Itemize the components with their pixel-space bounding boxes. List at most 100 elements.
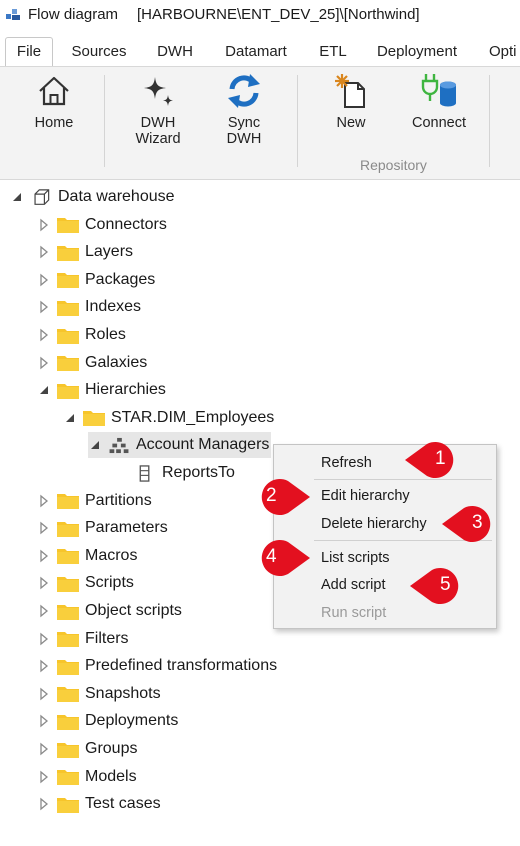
tree-node-label: Hierarchies	[85, 381, 166, 399]
expand-arrow-icon[interactable]	[37, 218, 51, 232]
folder-icon	[83, 411, 105, 427]
folder-icon	[57, 576, 79, 592]
callout-number: 1	[435, 448, 446, 469]
expand-arrow-icon[interactable]	[37, 245, 51, 259]
menu-item-add-script[interactable]: Add script	[321, 577, 385, 593]
tree-node-folder[interactable]: Packages	[37, 267, 155, 293]
expand-arrow-icon[interactable]	[37, 494, 51, 508]
menu-item-refresh[interactable]: Refresh	[321, 455, 372, 471]
sync-dwh-button[interactable]: Sync DWH	[210, 71, 278, 147]
callout-number: 2	[266, 485, 277, 506]
new-button[interactable]: New	[320, 71, 382, 131]
tree-node-label: Filters	[85, 629, 129, 647]
tree-node-data-warehouse[interactable]: Data warehouse	[10, 184, 175, 210]
connect-button[interactable]: Connect	[402, 71, 476, 131]
menu-item-delete-hierarchy[interactable]: Delete hierarchy	[321, 516, 427, 532]
callout-1: 1	[405, 440, 463, 485]
callout-pointer-left-icon	[442, 506, 491, 542]
tree-node-folder[interactable]: Connectors	[37, 212, 167, 238]
expand-arrow-icon[interactable]	[37, 521, 51, 535]
ribbon-divider	[104, 75, 105, 167]
expand-arrow-icon[interactable]	[37, 273, 51, 287]
expand-arrow-icon[interactable]	[37, 576, 51, 590]
tab-options[interactable]: Opti	[478, 38, 520, 66]
expand-arrow-icon[interactable]	[37, 714, 51, 728]
tree-node-folder[interactable]: Groups	[37, 736, 137, 762]
tab-sources[interactable]: Sources	[62, 38, 136, 66]
callout-number: 3	[472, 512, 483, 533]
tree-node-folder[interactable]: Galaxies	[37, 350, 147, 376]
tab-datamart[interactable]: Datamart	[214, 38, 298, 66]
tree-node-hierarchy-selected[interactable]: Account Managers	[88, 432, 272, 459]
expand-arrow-icon[interactable]	[37, 770, 51, 784]
tab-etl[interactable]: ETL	[310, 38, 356, 66]
expand-arrow-icon[interactable]	[37, 356, 51, 370]
folder-icon	[57, 218, 79, 234]
folder-icon	[57, 687, 79, 703]
home-button[interactable]: Home	[22, 71, 86, 131]
tree-node-label: Scripts	[85, 574, 134, 592]
folder-icon	[57, 328, 79, 344]
tab-file[interactable]: File	[5, 37, 53, 68]
tree-node-label: Indexes	[85, 298, 142, 316]
tree-node-label: ReportsTo	[162, 464, 235, 481]
tree-node-label: Data warehouse	[58, 188, 175, 205]
tree-node-folder[interactable]: Parameters	[37, 515, 168, 541]
sync-dwh-label-1: Sync	[227, 115, 261, 131]
folder-icon	[57, 797, 79, 813]
menu-separator	[314, 479, 492, 480]
tree-node-folder[interactable]: Models	[37, 764, 137, 790]
expand-arrow-icon[interactable]	[37, 797, 51, 811]
tree-node-folder[interactable]: Layers	[37, 239, 133, 265]
expand-arrow-icon[interactable]	[37, 328, 51, 342]
callout-5: 5	[410, 566, 468, 611]
expand-arrow-icon[interactable]	[37, 604, 51, 618]
home-icon	[39, 76, 69, 106]
tree-node-hierarchy-level[interactable]: ReportsTo	[114, 460, 235, 486]
tree-node-folder[interactable]: Object scripts	[37, 598, 182, 624]
tab-dwh[interactable]: DWH	[148, 38, 202, 66]
tree-node-folder[interactable]: Scripts	[37, 570, 134, 596]
callout-2: 2	[252, 477, 310, 522]
expand-arrow-icon[interactable]	[37, 659, 51, 673]
tree-node-folder[interactable]: Test cases	[37, 791, 161, 817]
app-logo-icon	[6, 9, 20, 20]
connection-context: [HARBOURNE\ENT_DEV_25]\[Northwind]	[137, 6, 420, 23]
new-label: New	[336, 115, 366, 131]
tab-deployment[interactable]: Deployment	[368, 38, 466, 66]
expand-arrow-icon[interactable]	[37, 687, 51, 701]
tree-node-folder[interactable]: Macros	[37, 543, 137, 569]
tree-node-folder[interactable]: Filters	[37, 626, 129, 652]
expand-arrow-icon[interactable]	[37, 549, 51, 563]
tree-node-folder[interactable]: Partitions	[37, 488, 152, 514]
tree-node-folder[interactable]: Indexes	[37, 294, 141, 320]
expand-arrow-icon[interactable]	[37, 742, 51, 756]
tree-node-folder[interactable]: Snapshots	[37, 681, 161, 707]
collapse-arrow-icon[interactable]	[88, 438, 102, 452]
collapse-arrow-icon[interactable]	[63, 411, 77, 425]
menu-item-edit-hierarchy[interactable]: Edit hierarchy	[321, 488, 410, 504]
tree-node-folder[interactable]: Roles	[37, 322, 126, 348]
folder-icon	[57, 521, 79, 537]
tree-node-folder[interactable]: Predefined transformations	[37, 653, 277, 679]
dwh-wizard-label-1: DWH	[140, 115, 176, 131]
folder-icon	[57, 742, 79, 758]
sync-dwh-label-2: DWH	[226, 131, 262, 147]
tree-node-label: Groups	[85, 740, 138, 757]
callout-pointer-right-icon	[261, 540, 310, 576]
tree-node-label: Galaxies	[85, 353, 148, 371]
hierarchy-level-icon	[139, 464, 150, 482]
menu-item-list-scripts[interactable]: List scripts	[321, 550, 390, 566]
tree-node-label: Layers	[85, 243, 134, 261]
dwh-wizard-button[interactable]: DWH Wizard	[124, 71, 192, 147]
tree-node-dimension[interactable]: STAR.DIM_Employees	[63, 405, 274, 431]
tree-node-folder[interactable]: Deployments	[37, 708, 178, 734]
connect-database-icon	[421, 74, 456, 107]
expand-arrow-icon[interactable]	[37, 300, 51, 314]
expand-arrow-icon[interactable]	[37, 632, 51, 646]
tree-node-hierarchies[interactable]: Hierarchies	[37, 377, 166, 403]
collapse-arrow-icon[interactable]	[10, 190, 24, 204]
dwh-wizard-label-2: Wizard	[135, 131, 181, 147]
collapse-arrow-icon[interactable]	[37, 383, 51, 397]
callout-number: 5	[440, 574, 451, 595]
